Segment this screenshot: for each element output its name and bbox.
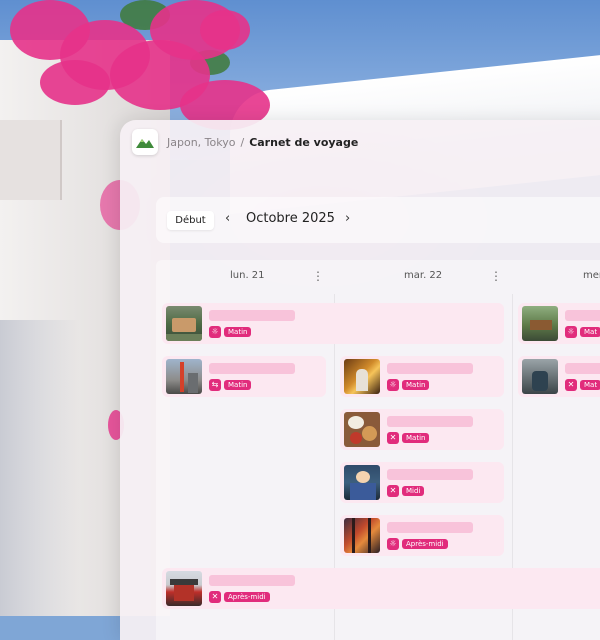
utensils-icon: ✕ xyxy=(565,379,577,391)
more-vertical-icon[interactable]: ⋮ xyxy=(312,269,324,283)
sun-icon: ☼ xyxy=(209,326,221,338)
chevron-right-icon[interactable]: › xyxy=(345,211,350,226)
title-placeholder xyxy=(387,363,473,374)
time-tag: Midi xyxy=(402,486,425,496)
sun-icon: ☼ xyxy=(565,326,577,338)
chevron-left-icon[interactable]: ‹ xyxy=(225,211,230,226)
time-tag: Après-midi xyxy=(402,539,448,549)
event-card[interactable]: ☼ Matin xyxy=(340,356,504,397)
event-photo xyxy=(166,571,202,606)
sun-icon: ☼ xyxy=(387,538,399,550)
event-photo xyxy=(166,359,202,394)
event-card[interactable]: ☼ Après-midi xyxy=(340,515,504,556)
wall-shadow xyxy=(0,320,80,616)
month-label: Octobre 2025 xyxy=(246,211,335,226)
title-placeholder xyxy=(209,363,295,374)
title-placeholder xyxy=(209,575,295,586)
time-tag: Mat xyxy=(580,380,600,390)
title-placeholder xyxy=(565,363,600,374)
event-card[interactable]: ✕ Midi xyxy=(340,462,504,503)
time-tag: Matin xyxy=(224,327,252,337)
time-tag: Matin xyxy=(402,433,430,443)
wall-ledge xyxy=(0,120,62,200)
mountain-icon xyxy=(136,139,154,148)
event-card[interactable]: ✕ Après-midi xyxy=(162,568,600,609)
page-title: Carnet de voyage xyxy=(249,135,359,149)
event-photo xyxy=(344,359,380,394)
more-vertical-icon[interactable]: ⋮ xyxy=(490,269,502,283)
breadcrumb-separator: / xyxy=(240,135,245,149)
event-card[interactable]: ☼ Matin xyxy=(162,303,504,344)
breadcrumb-location[interactable]: Japon, Tokyo xyxy=(167,136,235,149)
utensils-icon: ✕ xyxy=(209,591,221,603)
title-placeholder xyxy=(209,310,295,321)
time-tag: Matin xyxy=(402,380,430,390)
event-photo xyxy=(344,518,380,553)
event-card[interactable]: ☼ Mat xyxy=(518,303,600,344)
title-placeholder xyxy=(387,469,473,480)
event-photo xyxy=(166,306,202,341)
column-header-day-3: mer xyxy=(583,270,600,281)
calendar-grid: lun. 21 ⋮ mar. 22 ⋮ mer ☼ Matin ⇆ Matin xyxy=(156,260,600,640)
header: Japon, Tokyo / Carnet de voyage xyxy=(132,129,358,155)
time-tag: Matin xyxy=(224,380,252,390)
travel-journal-window: Japon, Tokyo / Carnet de voyage Début ‹ … xyxy=(120,120,600,640)
event-card[interactable]: ✕ Matin xyxy=(340,409,504,450)
time-tag: Après-midi xyxy=(224,592,270,602)
event-card[interactable]: ⇆ Matin xyxy=(162,356,326,397)
utensils-icon: ✕ xyxy=(387,432,399,444)
title-placeholder xyxy=(565,310,600,321)
sun-icon: ☼ xyxy=(387,379,399,391)
event-photo xyxy=(522,306,558,341)
start-button[interactable]: Début xyxy=(167,211,214,230)
title-placeholder xyxy=(387,416,473,427)
title-placeholder xyxy=(387,522,473,533)
event-photo xyxy=(344,465,380,500)
event-card[interactable]: ✕ Mat xyxy=(518,356,600,397)
event-photo xyxy=(344,412,380,447)
calendar-toolbar: Début ‹ Octobre 2025 › xyxy=(156,197,600,243)
column-header-day-2: mar. 22 xyxy=(404,270,443,281)
time-tag: Mat xyxy=(580,327,600,337)
utensils-icon: ✕ xyxy=(387,485,399,497)
event-photo xyxy=(522,359,558,394)
column-header-day-1: lun. 21 xyxy=(230,270,265,281)
train-icon: ⇆ xyxy=(209,379,221,391)
app-logo[interactable] xyxy=(132,129,158,155)
breadcrumb: Japon, Tokyo / Carnet de voyage xyxy=(167,136,358,149)
